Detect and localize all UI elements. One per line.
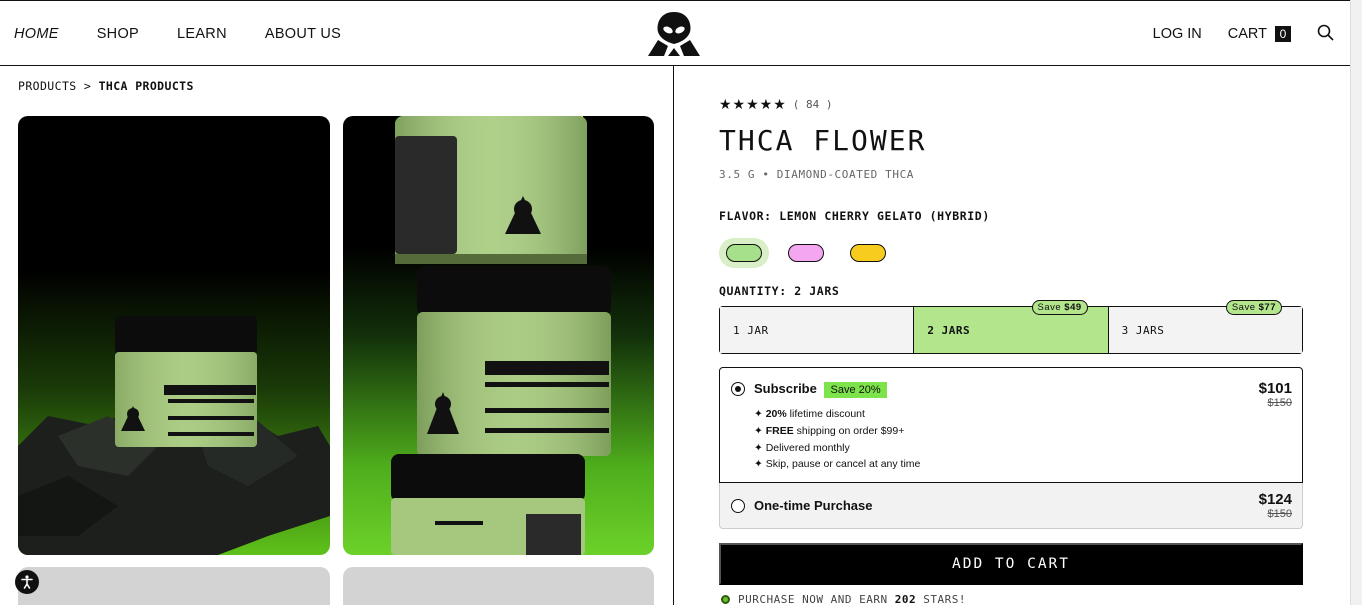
rewards-prefix: PURCHASE NOW AND EARN — [738, 593, 888, 605]
flavor-label: FLAVOR: LEMON CHERRY GELATO (HYBRID) — [719, 209, 990, 223]
quantity-option-1-jar[interactable]: 1 JAR — [720, 307, 915, 353]
account-nav: LOG IN CART 0 — [1153, 1, 1334, 67]
rewards-suffix: STARS! — [923, 593, 966, 605]
product-rating[interactable]: ★★★★★ ( 84 ) — [719, 96, 833, 113]
one-time-radio[interactable] — [731, 499, 745, 513]
quantity-option-label: 3 JARS — [1121, 323, 1165, 337]
add-to-cart-button[interactable]: ADD TO CART — [719, 543, 1303, 585]
save-badge: Save $77 — [1225, 300, 1282, 315]
save-badge-amount: $77 — [1258, 302, 1276, 313]
search-icon[interactable] — [1317, 24, 1334, 45]
review-count: ( 84 ) — [792, 98, 833, 111]
login-link[interactable]: LOG IN — [1153, 26, 1202, 42]
benefit-item: ✦ 20% lifetime discount — [754, 408, 865, 420]
subscribe-price-original: $150 — [1267, 397, 1292, 409]
gallery-thumbnail-placeholder[interactable] — [18, 567, 330, 605]
stacked-thca-jars-image[interactable] — [343, 116, 654, 555]
one-time-price-original: $150 — [1267, 508, 1292, 520]
quantity-option-label: 1 JAR — [733, 323, 769, 337]
rewards-icon — [721, 595, 730, 604]
cart-label: CART — [1227, 26, 1267, 42]
save-badge-prefix: Save — [1231, 302, 1259, 313]
benefit-item: ✦ Skip, pause or cancel at any time — [754, 458, 921, 471]
benefit-text: Skip, pause or cancel at any time — [765, 458, 921, 471]
swatch-color — [850, 244, 886, 262]
one-time-title: One-time Purchase — [754, 498, 873, 513]
save-badge-prefix: Save — [1037, 302, 1065, 313]
site-header: HOME SHOP LEARN ABOUT US LOG IN CART 0 — [0, 0, 1350, 66]
flavor-swatch-yellow[interactable] — [843, 238, 893, 268]
rating-stars: ★★★★★ — [719, 96, 787, 112]
benefit-text: Delivered monthly — [765, 441, 850, 454]
cart-link[interactable]: CART 0 — [1228, 26, 1291, 42]
breadcrumb-current: THCA PRODUCTS — [98, 79, 194, 93]
benefit-highlight: FREE — [765, 424, 794, 437]
flavor-swatch-pink[interactable] — [781, 238, 831, 268]
gallery-thumbnail-placeholder[interactable] — [343, 567, 654, 605]
product-title: THCA FLOWER — [719, 124, 927, 157]
quantity-selector: 1 JAR 2 JARS Save $49 3 JARS Save $77 — [719, 300, 1303, 354]
benefit-text: lifetime discount — [786, 408, 865, 420]
subscribe-option[interactable]: Subscribe Save 20% ✦ 20% lifetime discou… — [719, 367, 1303, 483]
nav-home-link[interactable]: HOME — [14, 26, 59, 42]
quantity-option-3-jars[interactable]: 3 JARS Save $77 — [1108, 300, 1302, 353]
cart-count-badge: 0 — [1275, 26, 1291, 42]
flavor-swatch-lemon-cherry-gelato[interactable] — [719, 238, 769, 268]
flavor-swatches — [719, 238, 893, 268]
breadcrumb-separator: > — [83, 79, 92, 93]
one-time-option[interactable]: One-time Purchase $124 $150 — [719, 483, 1303, 529]
benefit-item: ✦ FREE shipping on order $99+ — [754, 424, 905, 437]
main-nav: HOME SHOP LEARN ABOUT US — [14, 1, 341, 67]
subscribe-benefits: ✦ 20% lifetime discount ✦ FREE shipping … — [754, 406, 920, 473]
quantity-option-label: 2 JARS — [927, 323, 971, 337]
subscribe-title-row: Subscribe Save 20% — [754, 381, 887, 398]
accessibility-icon[interactable] — [15, 570, 39, 594]
subscribe-price-current: $101 — [1258, 380, 1292, 397]
one-time-price-current: $124 — [1258, 491, 1292, 508]
benefit-item: ✦ Delivered monthly — [754, 441, 850, 454]
subscribe-title: Subscribe — [754, 381, 817, 396]
save-badge-amount: $49 — [1064, 302, 1082, 313]
benefit-text: shipping on order $99+ — [793, 424, 905, 437]
purchase-options: Subscribe Save 20% ✦ 20% lifetime discou… — [719, 367, 1303, 529]
nav-learn-link[interactable]: LEARN — [177, 26, 227, 42]
swatch-color — [726, 244, 762, 262]
page-scrollbar[interactable] — [1350, 0, 1362, 605]
save-badge: Save $49 — [1031, 300, 1088, 315]
subscribe-radio[interactable] — [731, 382, 745, 396]
one-time-price: $124 $150 — [1259, 491, 1292, 520]
rewards-amount: 202 — [894, 593, 917, 605]
subscribe-price: $101 $150 — [1259, 380, 1292, 409]
swatch-color — [788, 244, 824, 262]
quantity-option-2-jars[interactable]: 2 JARS Save $49 — [914, 300, 1109, 353]
nav-about-link[interactable]: ABOUT US — [265, 26, 341, 42]
quantity-label: QUANTITY: 2 JARS — [719, 284, 840, 298]
breadcrumb-products-link[interactable]: PRODUCTS — [18, 79, 77, 93]
rewards-note: PURCHASE NOW AND EARN 202 STARS! — [721, 593, 966, 605]
alien-logo-icon[interactable] — [646, 10, 702, 58]
product-gallery-column: PRODUCTS > THCA PRODUCTS — [0, 66, 674, 605]
breadcrumb: PRODUCTS > THCA PRODUCTS — [18, 79, 194, 93]
product-subtitle: 3.5 G • DIAMOND-COATED THCA — [719, 168, 915, 181]
benefit-highlight: 20% — [765, 408, 787, 420]
subscribe-save-badge: Save 20% — [824, 382, 887, 398]
thca-jar-on-rock-image[interactable] — [18, 116, 330, 555]
nav-shop-link[interactable]: SHOP — [97, 26, 139, 42]
